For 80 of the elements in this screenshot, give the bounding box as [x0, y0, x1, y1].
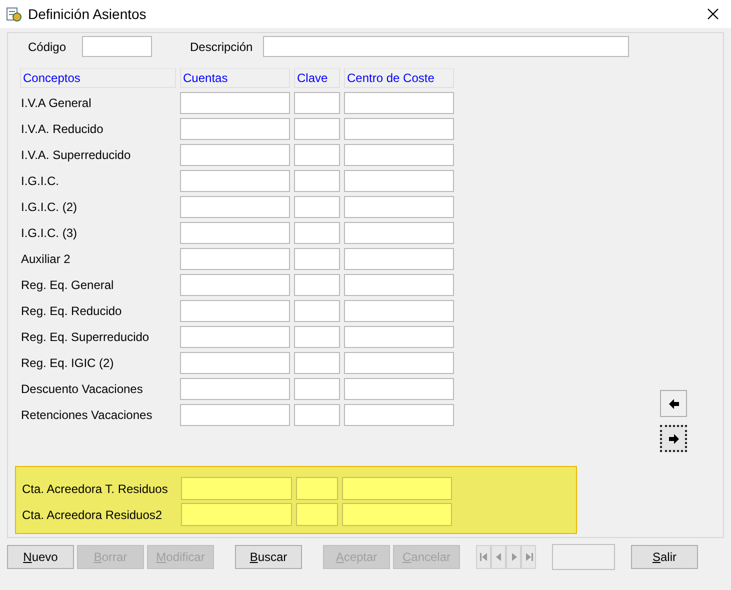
- cost-center-field[interactable]: [344, 404, 454, 426]
- row-label: Cta. Acreedora Residuos2: [22, 506, 164, 524]
- account-field[interactable]: [180, 378, 290, 400]
- key-field[interactable]: [294, 144, 340, 166]
- input-field[interactable]: [82, 36, 152, 57]
- column-header: Clave: [294, 68, 340, 88]
- account-field[interactable]: [180, 404, 290, 426]
- window-title: Definición Asientos: [28, 6, 148, 22]
- cost-center-field[interactable]: [344, 274, 454, 296]
- field-label: Código: [28, 40, 68, 54]
- close-icon: [707, 8, 719, 20]
- cost-center-field[interactable]: [344, 196, 454, 218]
- account-field[interactable]: [180, 248, 290, 270]
- cost-center-field[interactable]: [344, 170, 454, 192]
- key-field[interactable]: [294, 196, 340, 218]
- key-field[interactable]: [294, 274, 340, 296]
- row-label: Auxiliar 2: [20, 251, 72, 268]
- exit-button[interactable]: Salir: [631, 545, 698, 569]
- cost-center-field[interactable]: [344, 92, 454, 114]
- row-label: I.G.I.C. (3): [20, 225, 78, 242]
- account-field[interactable]: [180, 144, 290, 166]
- cost-center-field[interactable]: [344, 222, 454, 244]
- field-label: Descripción: [190, 40, 253, 54]
- key-field[interactable]: [294, 222, 340, 244]
- forward-button[interactable]: [660, 425, 687, 452]
- toolbar-button[interactable]: Nuevo: [7, 545, 74, 569]
- key-field[interactable]: [294, 170, 340, 192]
- cost-center-field[interactable]: [344, 352, 454, 374]
- row-label: Reg. Eq. Superreducido: [20, 329, 150, 346]
- app-icon: [6, 6, 22, 22]
- row-label: Reg. Eq. Reducido: [20, 303, 123, 320]
- key-field[interactable]: [296, 477, 338, 500]
- key-field[interactable]: [296, 503, 338, 526]
- last-record-icon: [524, 552, 534, 562]
- key-field[interactable]: [294, 300, 340, 322]
- column-header: Conceptos: [20, 68, 176, 88]
- row-label: Reg. Eq. IGIC (2): [20, 355, 115, 372]
- account-field[interactable]: [180, 92, 290, 114]
- first-record-icon: [478, 552, 488, 562]
- row-label: I.G.I.C. (2): [20, 199, 78, 216]
- column-header: Centro de Coste: [344, 68, 454, 88]
- row-label: Descuento Vacaciones: [20, 381, 144, 398]
- account-field[interactable]: [180, 118, 290, 140]
- account-field[interactable]: [180, 196, 290, 218]
- cost-center-field[interactable]: [342, 503, 452, 526]
- account-field[interactable]: [181, 503, 292, 526]
- account-field[interactable]: [180, 352, 290, 374]
- row-label: Retenciones Vacaciones: [20, 407, 154, 424]
- row-label: Reg. Eq. General: [20, 277, 115, 294]
- back-button[interactable]: [660, 390, 687, 417]
- cost-center-field[interactable]: [344, 326, 454, 348]
- key-field[interactable]: [294, 92, 340, 114]
- cost-center-field[interactable]: [344, 144, 454, 166]
- account-field[interactable]: [180, 326, 290, 348]
- row-label: I.V.A. Superreducido: [20, 147, 132, 164]
- account-field[interactable]: [181, 477, 292, 500]
- record-field[interactable]: [552, 544, 615, 570]
- key-field[interactable]: [294, 326, 340, 348]
- account-field[interactable]: [180, 300, 290, 322]
- cost-center-field[interactable]: [342, 477, 452, 500]
- row-label: Cta. Acreedora T. Residuos: [22, 480, 169, 498]
- cost-center-field[interactable]: [344, 118, 454, 140]
- key-field[interactable]: [294, 248, 340, 270]
- account-field[interactable]: [180, 222, 290, 244]
- key-field[interactable]: [294, 378, 340, 400]
- account-field[interactable]: [180, 274, 290, 296]
- input-field[interactable]: [262, 36, 629, 57]
- cost-center-field[interactable]: [344, 378, 454, 400]
- cost-center-field[interactable]: [344, 300, 454, 322]
- account-field[interactable]: [180, 170, 290, 192]
- key-field[interactable]: [294, 352, 340, 374]
- row-label: I.V.A. Reducido: [20, 121, 104, 138]
- cost-center-field[interactable]: [344, 248, 454, 270]
- toolbar-button[interactable]: Buscar: [235, 545, 302, 569]
- row-label: I.V.A General: [20, 95, 92, 112]
- key-field[interactable]: [294, 404, 340, 426]
- column-header: Cuentas: [180, 68, 290, 88]
- key-field[interactable]: [294, 118, 340, 140]
- previous-record-icon: [494, 552, 504, 562]
- row-label: I.G.I.C.: [20, 173, 60, 190]
